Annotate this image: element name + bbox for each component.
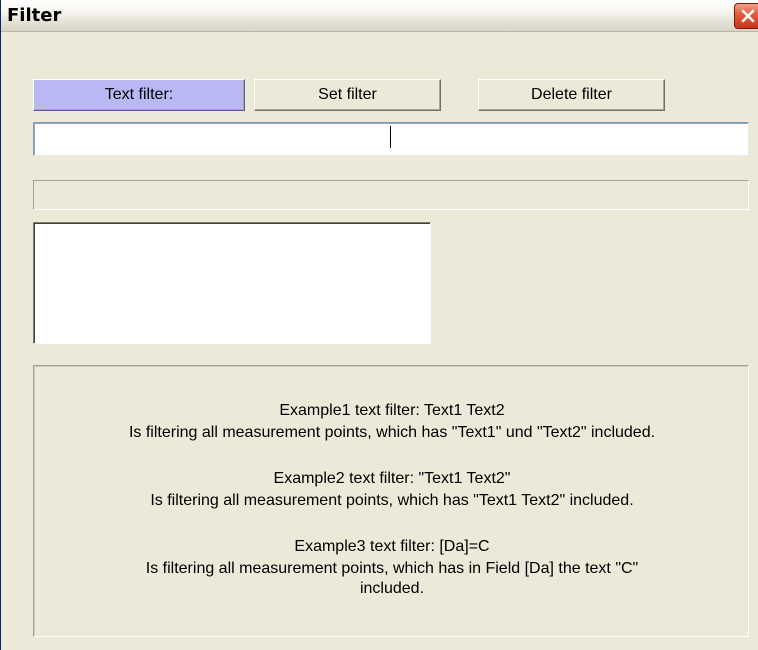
filter-status-field <box>33 180 749 210</box>
example2-description: Is filtering all measurement points, whi… <box>150 492 634 509</box>
set-filter-button[interactable]: Set filter <box>254 79 441 111</box>
delete-filter-button[interactable]: Delete filter <box>478 79 665 111</box>
example1-description: Is filtering all measurement points, whi… <box>128 424 656 441</box>
example2-title: Example2 text filter: "Text1 Text2" <box>273 470 511 487</box>
window-title: Filter <box>7 5 62 26</box>
close-button[interactable] <box>734 3 758 29</box>
text-filter-button[interactable]: Text filter: <box>33 79 245 111</box>
example3-title: Example3 text filter: [Da]=C <box>294 538 490 555</box>
filter-results-list[interactable] <box>33 222 431 344</box>
filter-text-field[interactable] <box>33 122 749 156</box>
help-panel: Example1 text filter: Text1 Text2 Is fil… <box>33 365 749 637</box>
close-icon <box>741 9 755 23</box>
text-caret <box>390 126 391 148</box>
title-bar[interactable]: Filter <box>1 0 758 32</box>
example3-description-line1: Is filtering all measurement points, whi… <box>145 560 639 577</box>
example1-title: Example1 text filter: Text1 Text2 <box>279 402 505 419</box>
filter-dialog: Filter Text filter: Set filter Delete fi… <box>0 0 758 650</box>
example3-description-line2: included. <box>359 580 425 597</box>
filter-text-input[interactable] <box>34 123 748 155</box>
